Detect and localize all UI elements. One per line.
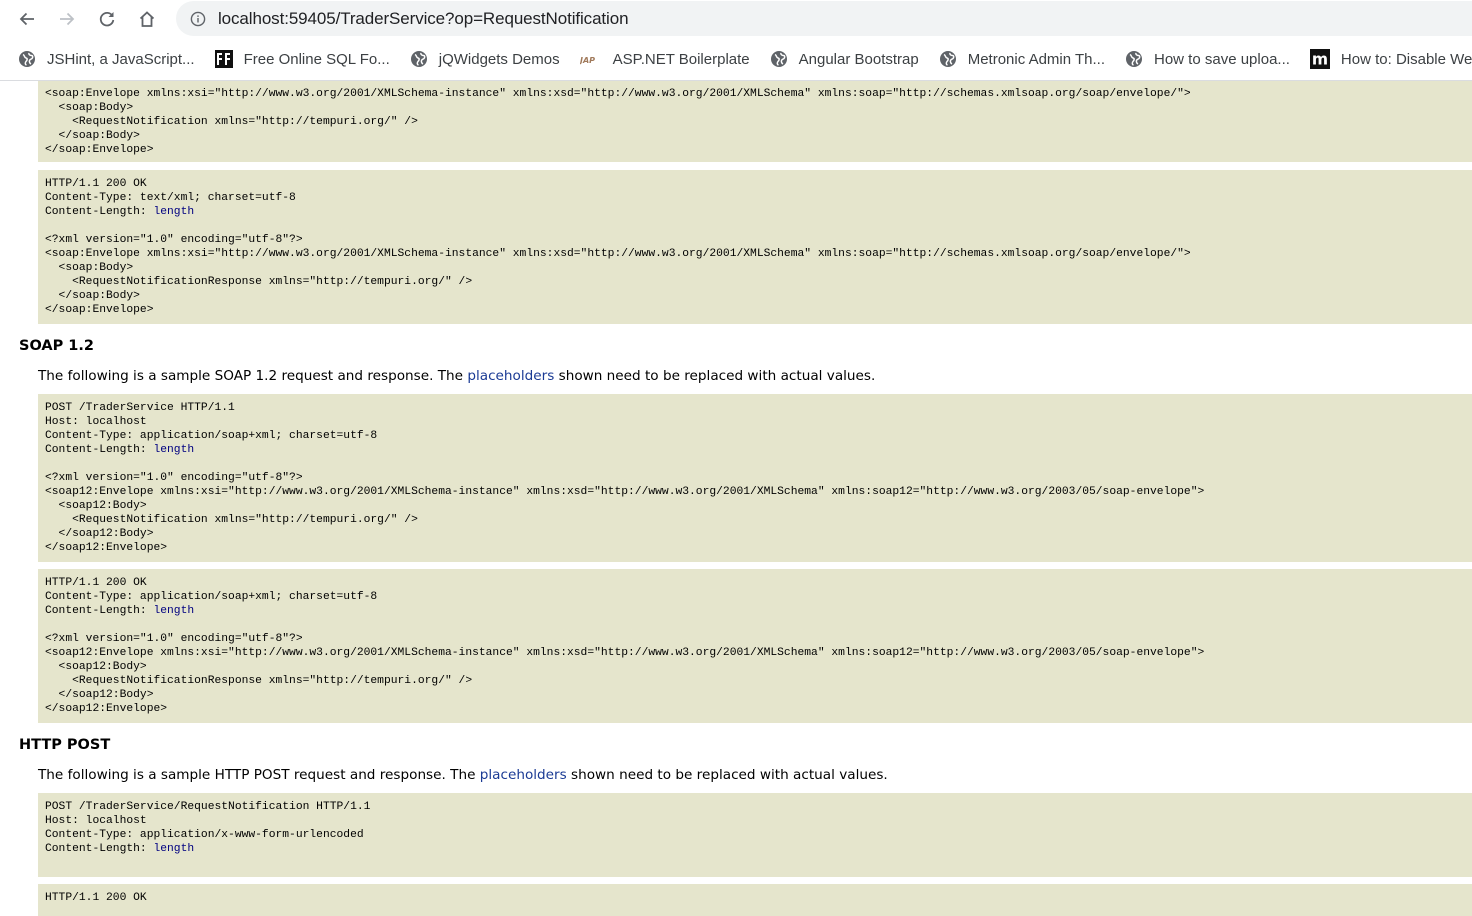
code-line: <?xml version="1.0" encoding="utf-8"?> — [45, 234, 303, 246]
code-line: <RequestNotification xmlns="http://tempu… — [45, 116, 418, 128]
code-line: <soap12:Body> — [45, 500, 147, 512]
abp-logo-icon: JAP — [580, 56, 595, 65]
code-line: <soap:Body> — [45, 262, 134, 274]
http-post-response-block: HTTP/1.1 200 OK — [38, 884, 1472, 916]
globe-icon — [939, 51, 956, 67]
url-text[interactable]: localhost:59405/TraderService?op=Request… — [218, 9, 629, 29]
bookmark-metronic[interactable]: Metronic Admin Th... — [939, 50, 1105, 68]
home-button[interactable] — [132, 4, 162, 34]
status-line: HTTP/1.1 200 OK — [45, 577, 147, 589]
m-logo-icon: m — [1309, 49, 1330, 69]
soap12-intro: The following is a sample SOAP 1.2 reque… — [38, 368, 876, 384]
code-line: <RequestNotification xmlns="http://tempu… — [45, 514, 418, 526]
globe-icon — [410, 51, 427, 67]
length-placeholder: length — [153, 605, 195, 617]
bookmark-jshint[interactable]: JSHint, a JavaScript... — [18, 50, 195, 68]
svg-text:JAP: JAP — [580, 56, 595, 65]
info-icon[interactable] — [190, 11, 206, 27]
page-content: <soap:Envelope xmlns:xsi="http://www.w3.… — [0, 81, 1472, 916]
code-line: <?xml version="1.0" encoding="utf-8"?> — [45, 633, 303, 645]
code-line: <soap:Body> — [45, 102, 134, 114]
code-line: </soap:Envelope> — [45, 144, 154, 156]
forward-arrow-icon — [60, 12, 75, 26]
code-line: </soap:Body> — [45, 290, 140, 302]
bookmark-angular-bootstrap[interactable]: Angular Bootstrap — [770, 50, 919, 68]
length-placeholder: length — [153, 444, 195, 456]
soap11-request-block: <soap:Envelope xmlns:xsi="http://www.w3.… — [38, 81, 1472, 162]
http-post-heading: HTTP POST — [19, 737, 111, 753]
header-host: Host: localhost — [45, 815, 147, 827]
code-line: <soap:Envelope xmlns:xsi="http://www.w3.… — [45, 248, 1191, 260]
soap11-response-block: HTTP/1.1 200 OK Content-Type: text/xml; … — [38, 170, 1472, 324]
soap12-request-block: POST /TraderService HTTP/1.1 Host: local… — [38, 394, 1472, 562]
soap12-response-block: HTTP/1.1 200 OK Content-Type: applicatio… — [38, 569, 1472, 723]
http-post-request-block: POST /TraderService/RequestNotification … — [38, 793, 1472, 877]
status-line: HTTP/1.1 200 OK — [45, 892, 147, 904]
header-content-length: Content-Length: — [45, 206, 154, 218]
header-content-type: Content-Type: application/x-www-form-url… — [45, 829, 364, 841]
code-line: </soap12:Body> — [45, 689, 154, 701]
code-line: </soap12:Envelope> — [45, 703, 168, 715]
length-placeholder: length — [153, 206, 195, 218]
reload-icon — [99, 11, 115, 27]
back-button[interactable] — [12, 4, 42, 34]
code-line: </soap12:Envelope> — [45, 542, 168, 554]
code-line: <soap12:Envelope xmlns:xsi="http://www.w… — [45, 647, 1205, 659]
length-placeholder: length — [153, 843, 195, 855]
request-line: POST /TraderService HTTP/1.1 — [45, 402, 235, 414]
svg-text:m: m — [1312, 51, 1328, 69]
globe-icon — [1126, 51, 1142, 67]
address-bar[interactable]: localhost:59405/TraderService?op=Request… — [176, 1, 1472, 36]
reload-button[interactable] — [92, 4, 122, 34]
soap12-heading: SOAP 1.2 — [19, 338, 94, 354]
code-line: </soap:Body> — [45, 130, 140, 142]
code-line: <RequestNotificationResponse xmlns="http… — [45, 675, 473, 687]
header-content-type: Content-Type: application/soap+xml; char… — [45, 430, 378, 442]
code-line: </soap:Envelope> — [45, 304, 154, 316]
header-content-length: Content-Length: — [45, 444, 154, 456]
globe-icon — [19, 51, 35, 67]
forward-button[interactable] — [52, 4, 82, 34]
header-host: Host: localhost — [45, 416, 147, 428]
request-line: POST /TraderService/RequestNotification … — [45, 801, 371, 813]
code-line: <soap12:Envelope xmlns:xsi="http://www.w… — [45, 486, 1205, 498]
http-post-intro: The following is a sample HTTP POST requ… — [38, 767, 888, 783]
code-line: <soap:Envelope xmlns:xsi="http://www.w3.… — [45, 88, 1191, 100]
code-line: </soap12:Body> — [45, 528, 154, 540]
globe-icon — [770, 51, 787, 67]
header-content-length: Content-Length: — [45, 843, 154, 855]
header-content-type: Content-Type: text/xml; charset=utf-8 — [45, 192, 296, 204]
header-content-length: Content-Length: — [45, 605, 154, 617]
header-content-type: Content-Type: application/soap+xml; char… — [45, 591, 378, 603]
code-line: <soap12:Body> — [45, 661, 147, 673]
home-icon — [139, 11, 155, 27]
code-line: <RequestNotificationResponse xmlns="http… — [45, 276, 473, 288]
back-arrow-icon — [19, 12, 34, 26]
browser-toolbar: localhost:59405/TraderService?op=Request… — [0, 0, 1472, 38]
placeholders-link[interactable]: placeholders — [467, 368, 554, 384]
bookmark-sql-formatter[interactable]: Free Online SQL Fo... — [214, 50, 390, 68]
placeholders-link[interactable]: placeholders — [480, 767, 567, 783]
bookmark-save-upload[interactable]: How to save uploa... — [1125, 50, 1290, 68]
ff-logo-icon — [214, 50, 233, 68]
bookmarks-bar: JSHint, a JavaScript... Free Online SQL … — [0, 44, 1472, 74]
bookmark-disable-web[interactable]: m How to: Disable We... — [1309, 49, 1472, 69]
bookmark-jqwidgets[interactable]: jQWidgets Demos — [410, 50, 560, 68]
code-line: <?xml version="1.0" encoding="utf-8"?> — [45, 472, 303, 484]
status-line: HTTP/1.1 200 OK — [45, 178, 147, 190]
bookmark-aspnet-boilerplate[interactable]: JAP ASP.NET Boilerplate — [580, 50, 750, 68]
